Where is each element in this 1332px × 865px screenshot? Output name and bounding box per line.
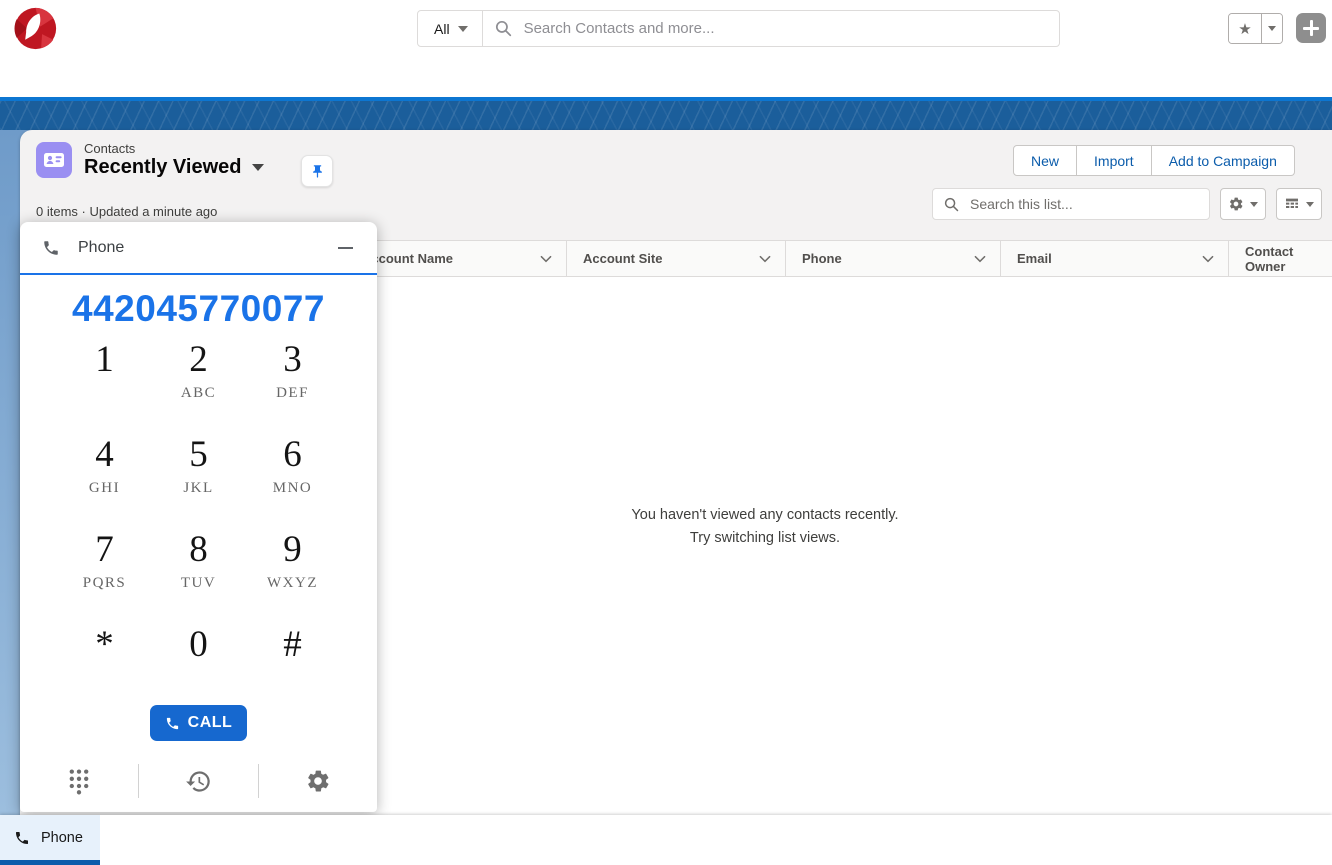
dialer-footer [20,758,377,804]
caret-down-icon [1306,202,1314,207]
empty-state-message: You haven't viewed any contacts recently… [465,504,1065,550]
search-scope-label: All [434,21,450,37]
dialed-number-display[interactable]: 442045770077 [20,288,377,330]
global-add-button[interactable] [1296,13,1326,43]
empty-state-line1: You haven't viewed any contacts recently… [465,504,1065,527]
keypad-key-9[interactable]: 9WXYZ [246,528,340,623]
list-meta-text: 0 items · Updated a minute ago [36,204,217,219]
chevron-down-icon [1202,255,1214,263]
favorites-button-group: ★ [1228,13,1283,44]
object-label: Contacts [84,141,135,156]
call-history-tab-button[interactable] [139,758,257,804]
dialer-settings-tab-button[interactable] [259,758,377,804]
dialpad-icon [68,768,90,795]
search-icon [495,20,512,37]
keypad-key-hash[interactable]: # [246,623,340,695]
column-header-account-name[interactable]: Account Name [345,241,566,276]
star-icon: ★ [1238,20,1251,38]
minimize-button[interactable] [336,241,355,255]
import-button[interactable]: Import [1077,145,1152,176]
caret-down-icon [1268,26,1276,31]
keypad-key-5[interactable]: 5JKL [152,433,246,528]
keypad-key-1[interactable]: 1 [58,338,152,433]
app-window: All ★ Zadarma [0,0,1332,865]
phone-icon [165,716,180,731]
dialpad-tab-button[interactable] [20,758,138,804]
history-icon [185,768,212,795]
keypad-key-8[interactable]: 8TUV [152,528,246,623]
column-header-phone[interactable]: Phone [785,241,1000,276]
call-button[interactable]: CALL [150,705,247,741]
list-view-selector[interactable]: Recently Viewed [84,156,264,179]
add-to-campaign-button[interactable]: Add to Campaign [1152,145,1295,176]
global-search-input[interactable] [522,19,1047,38]
keypad-key-0[interactable]: 0 [152,623,246,695]
list-settings-button[interactable] [1220,188,1266,220]
new-button[interactable]: New [1013,145,1077,176]
chevron-down-icon [974,255,986,263]
keypad-key-3[interactable]: 3DEF [246,338,340,433]
brand-band [0,97,1332,130]
search-scope-dropdown[interactable]: All [418,11,483,46]
global-search-box [483,11,1059,46]
caret-down-icon [1250,202,1258,207]
keypad-key-7[interactable]: 7PQRS [58,528,152,623]
keypad-key-6[interactable]: 6MNO [246,433,340,528]
caret-down-icon [252,164,264,171]
list-view-title: Recently Viewed [84,156,241,179]
global-header: All ★ [0,0,1332,57]
gear-icon [305,768,331,794]
utility-bar: Phone [0,815,1332,865]
global-search: All [417,10,1060,47]
favorites-menu-button[interactable] [1262,14,1282,43]
pushpin-icon [310,164,325,179]
chevron-down-icon [540,255,552,263]
utility-phone-label: Phone [41,830,83,846]
column-header-contact-owner[interactable]: Contact Owner [1228,241,1332,276]
favorite-star-button[interactable]: ★ [1229,14,1262,43]
empty-state-line2: Try switching list views. [465,527,1065,550]
column-header-email[interactable]: Email [1000,241,1228,276]
minus-icon [338,247,353,249]
dialer-title: Phone [78,239,124,257]
phone-icon [42,239,60,257]
phone-dialer-panel: Phone 442045770077 1 2ABC 3DEF 4GHI 5JKL… [20,222,377,812]
dialer-header: Phone [20,222,377,275]
list-search-input[interactable] [968,195,1198,213]
column-header-account-site[interactable]: Account Site [566,241,785,276]
call-button-label: CALL [188,714,233,732]
contacts-object-icon [36,142,72,178]
gear-icon [1228,196,1244,212]
keypad-key-star[interactable]: * [58,623,152,695]
keypad-key-4[interactable]: 4GHI [58,433,152,528]
display-as-button[interactable] [1276,188,1322,220]
utility-phone-tab[interactable]: Phone [0,815,100,865]
pin-list-button[interactable] [301,155,333,187]
chevron-down-icon [759,255,771,263]
dial-keypad: 1 2ABC 3DEF 4GHI 5JKL 6MNO 7PQRS 8TUV 9W… [58,338,340,695]
list-search-box [932,188,1210,220]
caret-down-icon [458,26,468,32]
list-action-buttons: New Import Add to Campaign [1013,145,1295,176]
phone-icon [14,830,30,846]
keypad-key-2[interactable]: 2ABC [152,338,246,433]
table-icon [1284,196,1300,212]
zadarma-logo-icon[interactable] [13,6,58,51]
app-navigation-bar: Zadarma Home Contacts Accounts Leads [0,57,1332,97]
search-icon [944,197,959,212]
